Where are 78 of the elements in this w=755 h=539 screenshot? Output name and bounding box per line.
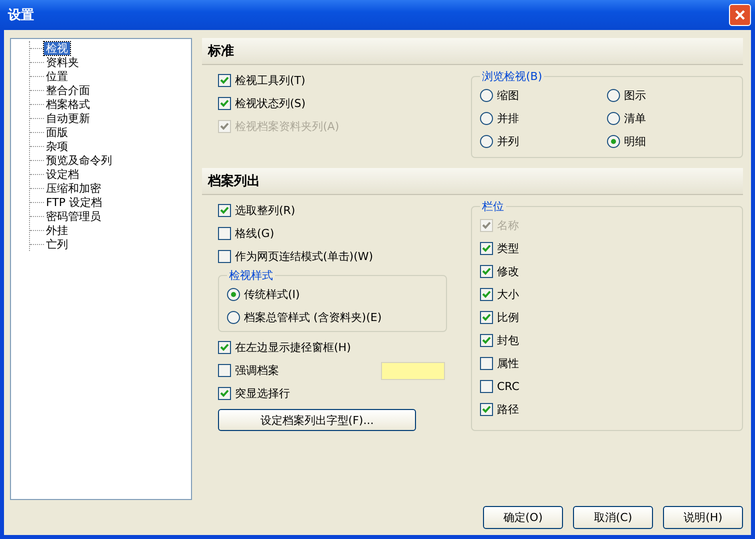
group-title: 检视样式 [228,268,274,283]
checkbox-label: 封包 [497,333,519,348]
tree-item[interactable]: 密码管理员 [44,210,103,222]
radio-button[interactable] [607,112,620,125]
radio-label: 图示 [624,88,646,103]
checkbox-label: 检视工具列(T) [235,73,306,88]
radio-button[interactable] [480,112,493,125]
tree-item[interactable]: 亡列 [44,238,70,250]
radio-label: 清单 [624,111,646,126]
checkbox-label: 突显选择行 [235,386,290,401]
tree-item[interactable]: 自动更新 [44,112,92,124]
checkbox-label: 属性 [497,356,519,371]
checkbox[interactable] [480,357,493,370]
checkbox[interactable] [218,341,231,354]
radio-button[interactable] [227,311,240,324]
checkbox[interactable] [218,250,231,263]
checkbox[interactable] [480,403,493,416]
dialog-button[interactable]: 取消(C) [573,506,653,529]
radio-button[interactable] [607,89,620,102]
tree-item[interactable]: 资料夹 [44,56,81,68]
checkbox[interactable] [218,227,231,240]
dialog-button[interactable]: 确定(O) [483,506,563,529]
group-title: 栏位 [481,199,505,214]
checkbox-label: 强调档案 [235,363,279,378]
checkbox[interactable] [218,387,231,400]
section-header: 档案列出 [202,168,743,195]
window-title: 设置 [8,7,34,24]
tree-item[interactable]: 档案格式 [44,98,92,110]
checkbox-label: 检视档案资料夹列(A) [235,119,340,134]
checkbox-label: 名称 [497,218,519,233]
checkbox[interactable] [218,204,231,217]
font-button[interactable]: 设定档案列出字型(F)... [218,409,416,431]
tree-item[interactable]: 预览及命令列 [44,154,114,166]
radio-label: 传统样式(I) [244,287,300,302]
tree-item[interactable]: 外挂 [44,224,70,236]
radio-label: 档案总管样式 (含资料夹)(E) [244,310,382,325]
dialog-button[interactable]: 说明(H) [663,506,743,529]
tree-item[interactable]: 杂项 [44,140,70,152]
tree-item[interactable]: 检视 [44,42,70,54]
radio-label: 明细 [624,134,646,149]
checkbox-label: 路径 [497,402,519,417]
group-title: 浏览检视(B) [481,69,544,84]
checkbox-label: 选取整列(R) [235,203,296,218]
tree-item[interactable]: 位置 [44,70,70,82]
radio-label: 缩图 [497,88,519,103]
checkbox[interactable] [480,380,493,393]
tree-item[interactable]: 压缩和加密 [44,182,103,194]
tree-item[interactable]: 面版 [44,126,70,138]
tree-item[interactable]: 设定档 [44,168,81,180]
checkbox[interactable] [480,311,493,324]
radio-button[interactable] [480,89,493,102]
checkbox-label: 作为网页连结模式(单击)(W) [235,249,374,264]
radio-button[interactable] [607,135,620,148]
checkbox-label: 格线(G) [235,226,274,241]
checkbox[interactable] [480,334,493,347]
checkbox-label: 比例 [497,310,519,325]
tree-item[interactable]: 整合介面 [44,84,92,96]
radio-label: 并列 [497,134,519,149]
checkbox[interactable] [218,97,231,110]
checkbox-label: 修改 [497,264,519,279]
color-swatch[interactable] [381,362,445,380]
checkbox[interactable] [480,265,493,278]
checkbox-label: 在左边显示捷径窗框(H) [235,340,351,355]
tree-item[interactable]: FTP 设定档 [44,196,104,208]
radio-button[interactable] [480,135,493,148]
checkbox[interactable] [480,242,493,255]
checkbox[interactable] [218,364,231,377]
close-button[interactable] [729,4,751,26]
checkbox-label: CRC [497,380,520,393]
section-header: 标准 [202,38,743,65]
checkbox-label: 类型 [497,241,519,256]
close-icon [734,9,746,21]
checkbox-label: 检视状态列(S) [235,96,306,111]
checkbox[interactable] [480,288,493,301]
radio-label: 并排 [497,111,519,126]
checkbox-label: 大小 [497,287,519,302]
radio-button[interactable] [227,288,240,301]
checkbox[interactable] [218,74,231,87]
